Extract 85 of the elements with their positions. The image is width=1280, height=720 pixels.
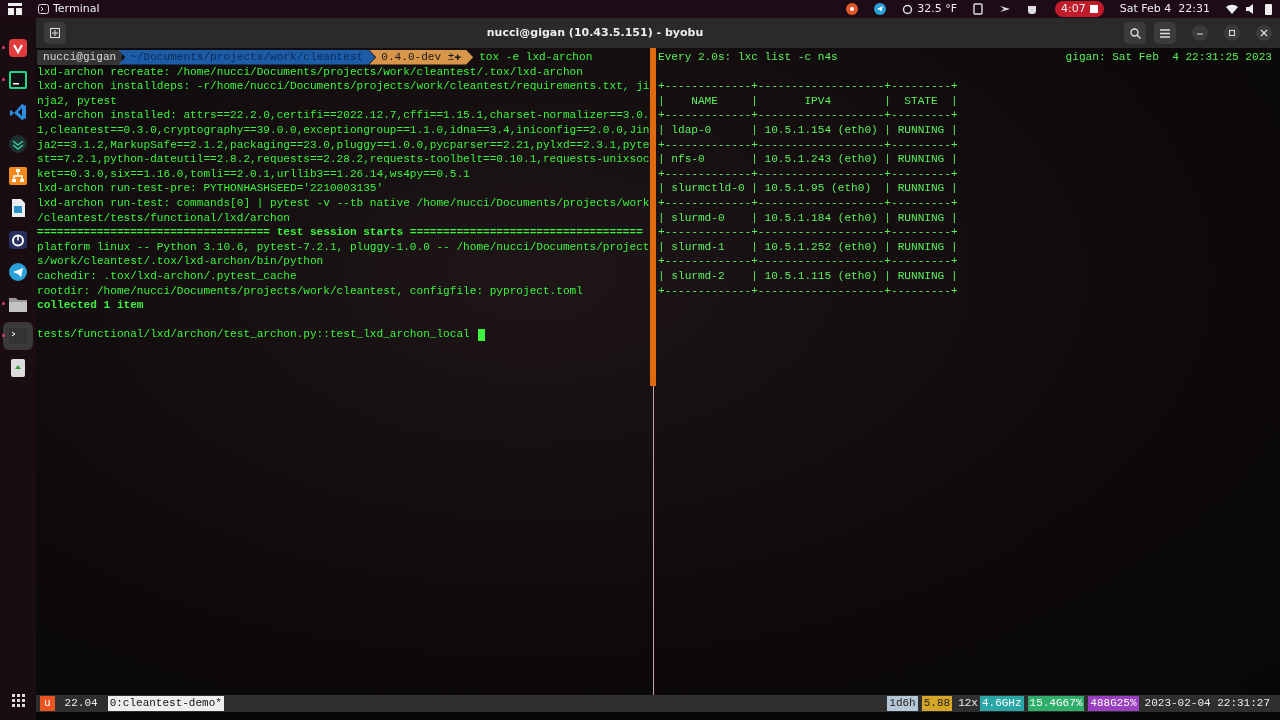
output-line: collected 1 item xyxy=(37,298,145,313)
table-line: | slurmctld-0 | 10.5.1.95 (eth0) | RUNNING | xyxy=(658,181,959,196)
app-indicator-icon[interactable] xyxy=(846,3,859,15)
prompt-user: nucci@gigan xyxy=(37,50,123,65)
minimize-button[interactable] xyxy=(1192,25,1208,41)
command-text: Every 2.0s: lxc list -c n4s xyxy=(658,50,838,65)
terminal-icon xyxy=(38,4,49,14)
window-title: nucci@gigan (10.43.5.151) - byobu xyxy=(485,24,705,41)
output-line: /cleantest/tests/functional/lxd/archon xyxy=(37,210,291,226)
output-line: =================================== test session starts =================================== xyxy=(37,225,644,240)
wifi-icon[interactable] xyxy=(1226,4,1238,14)
command-text: tox -e lxd-archon xyxy=(479,50,593,65)
status-segment: 488G25% xyxy=(1088,696,1139,711)
diagram-icon xyxy=(9,167,27,185)
output-line: s/work/cleantest/.tox/lxd-archon/bin/python xyxy=(37,254,325,269)
status-segment: 1d6h xyxy=(887,696,918,711)
weather-icon[interactable] xyxy=(902,3,914,15)
new-tab-button[interactable] xyxy=(44,22,66,44)
output-line: lxd-archon recreate: /home/nucci/Documents/projects/work/cleantest/.tox/lxd-archon xyxy=(37,64,584,80)
table-line: | slurmd-2 | 10.5.1.115 (eth0) | RUNNING | xyxy=(658,268,959,284)
maximize-icon xyxy=(1227,28,1237,38)
app-grid-icon[interactable] xyxy=(11,694,25,707)
status-segment: 5.88 xyxy=(921,696,953,711)
clock-text[interactable]: Sat Feb 4 22:31 xyxy=(1119,0,1210,18)
terminal-icon xyxy=(9,327,27,345)
code-editor-icon xyxy=(9,71,27,89)
chevron-icon xyxy=(9,135,27,153)
new-tab-icon xyxy=(50,28,60,38)
status-label: 12x xyxy=(957,696,979,711)
output-line: platform linux -- Python 3.10.6, pytest-7.2.1, pluggy-1.0.0 -- /home/nucci/Documents/project xyxy=(37,239,650,255)
document-icon xyxy=(9,199,27,217)
table-line: +-------------+-------------------+---------+ xyxy=(658,137,959,153)
menu-icon xyxy=(1160,28,1170,38)
table-line: +-------------+-------------------+---------+ xyxy=(658,195,959,211)
status-segment: 4.6GHz xyxy=(979,696,1024,711)
search-icon xyxy=(1129,27,1141,39)
table-line: +-------------+-------------------+---------+ xyxy=(658,225,959,240)
status-segment[interactable]: 0:cleantest-demo* xyxy=(107,696,224,711)
table-line: +-------------+-------------------+---------+ xyxy=(658,283,959,299)
output-line: 1,cleantest==0.3.0,cryptography==39.0.0,exceptiongroup==1.1.0,idna==3.4,iniconfig==2.0.0,Jin xyxy=(37,122,650,138)
code-editor-icon xyxy=(9,103,27,121)
search-button[interactable] xyxy=(1124,22,1146,44)
status-label: 22.04 xyxy=(63,696,99,711)
output-line: lxd-archon installed: attrs==22.2.0,certifi==2022.12.7,cffi==1.15.1,charset-normalizer==3.0. xyxy=(37,108,650,123)
table-line: +-------------+-------------------+---------+ xyxy=(658,79,959,94)
paper-plane-icon xyxy=(9,263,27,281)
app-title[interactable]: Terminal xyxy=(53,0,100,18)
table-line: | slurmd-0 | 10.5.1.184 (eth0) | RUNNING | xyxy=(658,210,959,226)
status-segment: u xyxy=(40,696,55,711)
table-line: | slurmd-1 | 10.5.1.252 (eth0) | RUNNING | xyxy=(658,239,959,255)
table-line: +-------------+-------------------+---------+ xyxy=(658,108,959,123)
output-line: nja2, pytest xyxy=(37,93,118,109)
cursor xyxy=(477,328,485,341)
browser-icon xyxy=(9,39,27,57)
output-line: ket==0.3.0,six==1.16.0,tomli==2.0.1,urllib3==1.26.14,ws4py==0.5.1 xyxy=(37,166,471,182)
status-label: 2023-02-04 22:31:27 xyxy=(1143,696,1271,711)
output-line: cachedir: .tox/lxd-archon/.pytest_cache xyxy=(37,268,298,284)
close-icon xyxy=(1259,28,1269,38)
prompt-path: ~/Documents/projects/work/cleantest xyxy=(118,50,376,65)
battery-icon[interactable] xyxy=(1265,3,1272,15)
messenger-icon[interactable] xyxy=(874,3,887,15)
output-line: tests/functional/lxd/archon/test_archon.py::test_lxd_archon_local xyxy=(37,327,470,342)
menu-button[interactable] xyxy=(1154,22,1176,44)
output-line: st==7.2.1,python-dateutil==2.8.2,requests==2.28.2,requests-toolbelt==0.10.1,requests-unixsoc xyxy=(37,152,650,167)
table-line: | ldap-0 | 10.5.1.154 (eth0) | RUNNING | xyxy=(658,122,959,138)
table-line: +-------------+-------------------+---------+ xyxy=(658,166,959,182)
recording-indicator[interactable]: 4:07 xyxy=(1055,0,1104,18)
table-line: | NAME | IPV4 | STATE | xyxy=(658,93,959,109)
clipboard-icon[interactable] xyxy=(973,3,984,15)
host-time: gigan: Sat Feb 4 22:31:25 2023 xyxy=(1065,50,1272,65)
maximize-button[interactable] xyxy=(1224,25,1240,41)
close-button[interactable] xyxy=(1256,25,1272,41)
status-segment: 15.4G67% xyxy=(1027,696,1085,711)
output-line: rootdir: /home/nucci/Documents/projects/work/cleantest, configfile: pyproject.toml xyxy=(37,283,584,299)
table-line: +-------------+-------------------+---------+ xyxy=(658,254,959,269)
weather-reading[interactable]: 32.5 °F xyxy=(917,0,958,18)
output-line: lxd-archon installdeps: -r/home/nucci/Documents/projects/work/cleantest/requirements.txt, ji xyxy=(37,79,650,94)
activities-icon[interactable] xyxy=(8,3,22,15)
output-line: lxd-archon run-test-pre: PYTHONHASHSEED='2210003135' xyxy=(37,181,385,196)
output-line: lxd-archon run-test: commands[0] | pytest -v --tb native /home/nucci/Documents/projects/work xyxy=(37,195,650,211)
trash-icon xyxy=(9,359,27,377)
output-line: ja2==3.1.2,MarkupSafe==2.1.2,packaging==23.0,pluggy==1.0.0,pycparser==2.21,pylxd==2.3.1,pyte xyxy=(37,137,650,153)
folder-icon xyxy=(9,295,27,313)
git-branch: 0.4.0-dev ±✚ xyxy=(369,50,474,65)
table-line: | nfs-0 | 10.5.1.243 (eth0) | RUNNING | xyxy=(658,152,959,167)
